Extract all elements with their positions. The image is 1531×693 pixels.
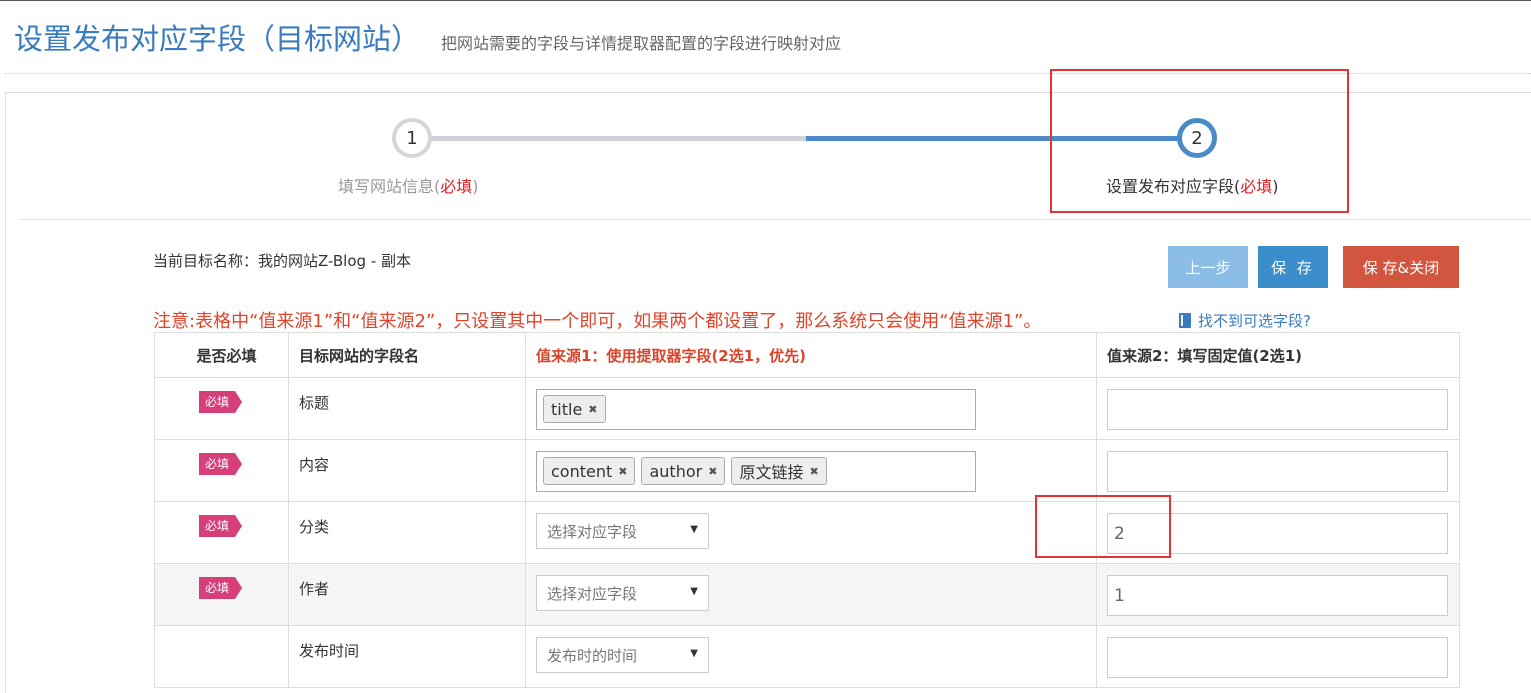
source2-input[interactable] xyxy=(1107,389,1448,430)
remove-tag-icon[interactable]: ✖ xyxy=(809,465,818,478)
field-tag: title ✖ xyxy=(543,395,606,423)
table-row: 必填 内容 content ✖ author ✖ 原文链接 ✖ xyxy=(154,439,1460,502)
field-name: 发布时间 xyxy=(299,642,360,660)
field-name: 分类 xyxy=(299,518,330,536)
source1-select[interactable]: 选择对应字段 ▼ xyxy=(536,513,709,549)
field-tag: 原文链接 ✖ xyxy=(731,457,827,485)
table-row: 必填 标题 title ✖ xyxy=(154,377,1460,440)
page-title: 设置发布对应字段（目标网站） xyxy=(14,22,421,56)
help-link[interactable]: 找不到可选字段? xyxy=(1179,310,1311,331)
header-required: 是否必填 xyxy=(154,332,289,378)
help-link-label: 找不到可选字段? xyxy=(1198,312,1311,330)
prev-step-button[interactable]: 上一步 xyxy=(1168,246,1248,288)
field-mapping-table-wrapper: 是否必填 目标网站的字段名 值来源1：使用提取器字段(2选1，优先) 值来源2：… xyxy=(154,332,1460,688)
remove-tag-icon[interactable]: ✖ xyxy=(708,465,717,478)
source1-tag-input[interactable]: title ✖ xyxy=(536,389,976,430)
annotation-highlight-step2 xyxy=(1050,69,1349,213)
source1-select[interactable]: 选择对应字段 ▼ xyxy=(536,575,709,611)
notice-text: 注意:表格中“值来源1”和“值来源2”，只设置其中一个即可，如果两个都设置了，那… xyxy=(153,311,1042,332)
source2-input[interactable] xyxy=(1107,451,1448,492)
target-name: 当前目标名称：我的网站Z-Blog - 副本 xyxy=(153,252,411,270)
source1-select[interactable]: 发布时的时间 ▼ xyxy=(536,637,709,673)
table-row: 必填 分类 选择对应字段 ▼ 2 xyxy=(154,501,1460,564)
header-source1: 值来源1：使用提取器字段(2选1，优先) xyxy=(525,332,1097,378)
page-header: 设置发布对应字段（目标网站） 把网站需要的字段与详情提取器配置的字段进行映射对应 xyxy=(0,0,1531,74)
field-name: 标题 xyxy=(299,394,330,412)
page-subtitle: 把网站需要的字段与详情提取器配置的字段进行映射对应 xyxy=(441,34,842,53)
wizard-step-1-label[interactable]: 填写网站信息(必填) xyxy=(338,173,479,197)
wizard-track-completed xyxy=(412,136,808,141)
field-mapping-table: 是否必填 目标网站的字段名 值来源1：使用提取器字段(2选1，优先) 值来源2：… xyxy=(154,332,1460,688)
caret-down-icon: ▼ xyxy=(690,648,698,659)
remove-tag-icon[interactable]: ✖ xyxy=(588,403,597,416)
save-and-close-button[interactable]: 保 存&关闭 xyxy=(1343,246,1459,288)
wizard-divider xyxy=(18,219,1531,220)
header-field-name: 目标网站的字段名 xyxy=(288,332,526,378)
header-source2: 值来源2：填写固定值(2选1) xyxy=(1096,332,1460,378)
required-badge: 必填 xyxy=(199,515,242,537)
table-row: 发布时间 发布时的时间 ▼ xyxy=(154,625,1460,688)
caret-down-icon: ▼ xyxy=(690,586,698,597)
table-row: 必填 作者 选择对应字段 ▼ 1 xyxy=(154,563,1460,626)
book-icon xyxy=(1179,313,1191,328)
required-badge: 必填 xyxy=(199,391,242,413)
save-button[interactable]: 保 存 xyxy=(1258,246,1328,288)
annotation-highlight-value xyxy=(1035,495,1171,558)
source2-input[interactable]: 1 xyxy=(1107,575,1448,616)
field-tag: author ✖ xyxy=(641,457,726,485)
source2-input[interactable] xyxy=(1107,637,1448,678)
remove-tag-icon[interactable]: ✖ xyxy=(618,465,627,478)
table-header-row: 是否必填 目标网站的字段名 值来源1：使用提取器字段(2选1，优先) 值来源2：… xyxy=(154,332,1460,378)
required-badge: 必填 xyxy=(199,577,242,599)
step-number: 1 xyxy=(406,127,418,149)
wizard-step-1[interactable]: 1 xyxy=(392,118,432,158)
source1-tag-input[interactable]: content ✖ author ✖ 原文链接 ✖ xyxy=(536,451,976,492)
required-badge: 必填 xyxy=(199,453,242,475)
required-mark: 必填 xyxy=(440,177,473,196)
field-tag: content ✖ xyxy=(543,457,636,485)
caret-down-icon: ▼ xyxy=(690,524,698,535)
field-name: 作者 xyxy=(299,580,330,598)
field-name: 内容 xyxy=(299,456,330,474)
